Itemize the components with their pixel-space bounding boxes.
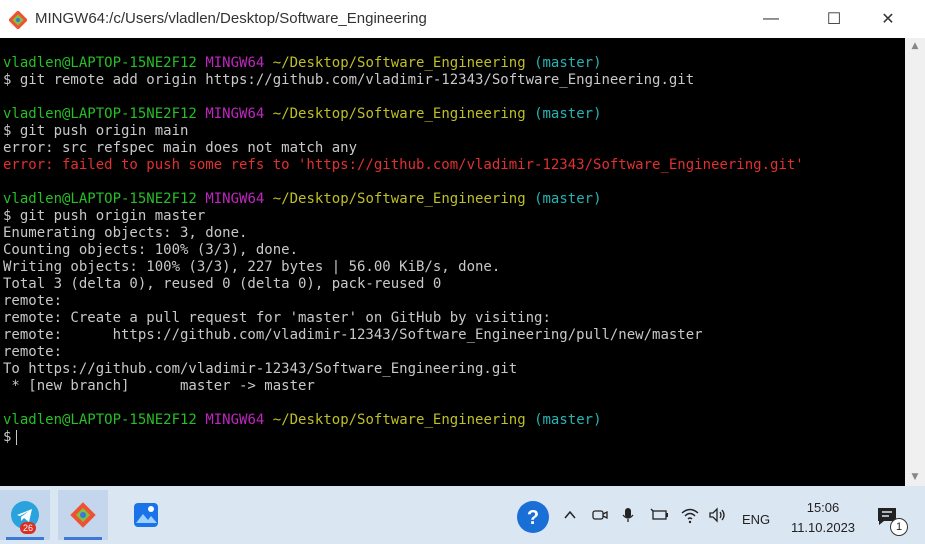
taskbar-photos[interactable]	[121, 490, 171, 540]
output-line: $ git push origin master	[3, 208, 206, 224]
taskbar-git-bash[interactable]	[58, 490, 108, 540]
clock[interactable]: 15:06 11.10.2023	[784, 498, 862, 538]
maximize-button[interactable]: ☐	[811, 0, 857, 38]
prompt-line: vladlen@LAPTOP-15NE2F12 MINGW64 ~/Deskto…	[0, 55, 905, 72]
error-line: error: failed to push some refs to 'http…	[3, 157, 804, 173]
photos-icon	[134, 503, 158, 527]
taskbar: 26 ? ENG 15:06 11.10.2023 1	[0, 486, 925, 544]
terminal-line: remote:	[0, 344, 905, 361]
prompt-system: MINGW64	[205, 55, 265, 71]
active-indicator	[6, 537, 44, 540]
clock-date: 11.10.2023	[790, 520, 856, 535]
output-line: * [new branch] master -> master	[3, 378, 315, 394]
terminal-line: Enumerating objects: 3, done.	[0, 225, 905, 242]
wifi-icon[interactable]	[679, 504, 701, 526]
terminal-line: error: failed to push some refs to 'http…	[0, 157, 905, 174]
telegram-unread-badge: 26	[20, 522, 37, 534]
terminal-line: $	[0, 429, 905, 446]
terminal-line: Counting objects: 100% (3/3), done.	[0, 242, 905, 259]
git-icon	[70, 502, 96, 528]
prompt-path: ~/Desktop/Software_Engineering	[272, 191, 526, 207]
terminal-line: error: src refspec main does not match a…	[0, 140, 905, 157]
prompt-branch: (master)	[534, 55, 602, 71]
terminal-line: * [new branch] master -> master	[0, 378, 905, 395]
volume-icon[interactable]	[707, 504, 729, 526]
prompt-system: MINGW64	[205, 412, 265, 428]
notification-count-badge: 1	[890, 518, 908, 536]
prompt-path: ~/Desktop/Software_Engineering	[272, 55, 526, 71]
output-line: remote: Create a pull request for 'maste…	[3, 310, 551, 326]
scroll-up-arrow-icon[interactable]: ▲	[905, 38, 925, 55]
output-line: Counting objects: 100% (3/3), done.	[3, 242, 299, 258]
notification-center-button[interactable]: 1	[876, 506, 910, 536]
prompt-line: vladlen@LAPTOP-15NE2F12 MINGW64 ~/Deskto…	[0, 106, 905, 123]
close-button[interactable]: ✕	[865, 0, 911, 38]
language-indicator[interactable]: ENG	[742, 512, 770, 527]
prompt-branch: (master)	[534, 412, 602, 428]
output-line: Total 3 (delta 0), reused 0 (delta 0), p…	[3, 276, 442, 292]
terminal-line: $ git push origin master	[0, 208, 905, 225]
terminal-line: $ git push origin main	[0, 123, 905, 140]
terminal-line: remote: Create a pull request for 'maste…	[0, 310, 905, 327]
help-glyph: ?	[527, 507, 539, 529]
terminal-line: Total 3 (delta 0), reused 0 (delta 0), p…	[0, 276, 905, 293]
prompt-branch: (master)	[534, 191, 602, 207]
prompt-user: vladlen@LAPTOP-15NE2F12	[3, 55, 197, 71]
output-line: remote: https://github.com/vladimir-1234…	[3, 327, 703, 343]
help-icon[interactable]: ?	[516, 500, 550, 534]
minimize-button[interactable]: —	[748, 0, 794, 38]
prompt-branch: (master)	[534, 106, 602, 122]
prompt-line: vladlen@LAPTOP-15NE2F12 MINGW64 ~/Deskto…	[0, 412, 905, 429]
text-cursor	[16, 429, 18, 445]
prompt-line: vladlen@LAPTOP-15NE2F12 MINGW64 ~/Deskto…	[0, 191, 905, 208]
terminal-line: Writing objects: 100% (3/3), 227 bytes |…	[0, 259, 905, 276]
prompt-user: vladlen@LAPTOP-15NE2F12	[3, 191, 197, 207]
scroll-down-arrow-icon[interactable]: ▼	[905, 469, 925, 486]
output-line: $ git push origin main	[3, 123, 189, 139]
terminal-line: To https://github.com/vladimir-12343/Sof…	[0, 361, 905, 378]
terminal-line: $ git remote add origin https://github.c…	[0, 72, 905, 89]
prompt-system: MINGW64	[205, 106, 265, 122]
clock-time: 15:06	[806, 500, 840, 515]
prompt-path: ~/Desktop/Software_Engineering	[272, 412, 526, 428]
output-line: $ git remote add origin https://github.c…	[3, 72, 695, 88]
output-line: Writing objects: 100% (3/3), 227 bytes |…	[3, 259, 501, 275]
prompt-system: MINGW64	[205, 191, 265, 207]
terminal-line: remote:	[0, 293, 905, 310]
git-bash-icon	[9, 11, 27, 29]
input-prompt: $	[3, 429, 12, 445]
output-line: remote:	[3, 293, 63, 309]
output-line: To https://github.com/vladimir-12343/Sof…	[3, 361, 518, 377]
output-line: remote:	[3, 344, 63, 360]
vertical-scrollbar[interactable]: ▲ ▼	[905, 38, 925, 486]
chevron-up-icon[interactable]	[559, 504, 581, 526]
output-line: error: src refspec main does not match a…	[3, 140, 358, 156]
prompt-user: vladlen@LAPTOP-15NE2F12	[3, 412, 197, 428]
output-line: Enumerating objects: 3, done.	[3, 225, 248, 241]
active-indicator	[64, 537, 102, 540]
taskbar-telegram[interactable]: 26	[0, 490, 50, 540]
microphone-icon[interactable]	[617, 504, 639, 526]
terminal-line: remote: https://github.com/vladimir-1234…	[0, 327, 905, 344]
git-bash-window: MINGW64:/c/Users/vladlen/Desktop/Softwar…	[0, 0, 925, 486]
battery-icon[interactable]	[649, 504, 671, 526]
prompt-user: vladlen@LAPTOP-15NE2F12	[3, 106, 197, 122]
window-title: MINGW64:/c/Users/vladlen/Desktop/Softwar…	[35, 10, 427, 27]
meet-now-icon[interactable]	[589, 504, 611, 526]
title-bar[interactable]: MINGW64:/c/Users/vladlen/Desktop/Softwar…	[0, 0, 925, 38]
terminal-output[interactable]: vladlen@LAPTOP-15NE2F12 MINGW64 ~/Deskto…	[0, 38, 905, 486]
prompt-path: ~/Desktop/Software_Engineering	[272, 106, 526, 122]
